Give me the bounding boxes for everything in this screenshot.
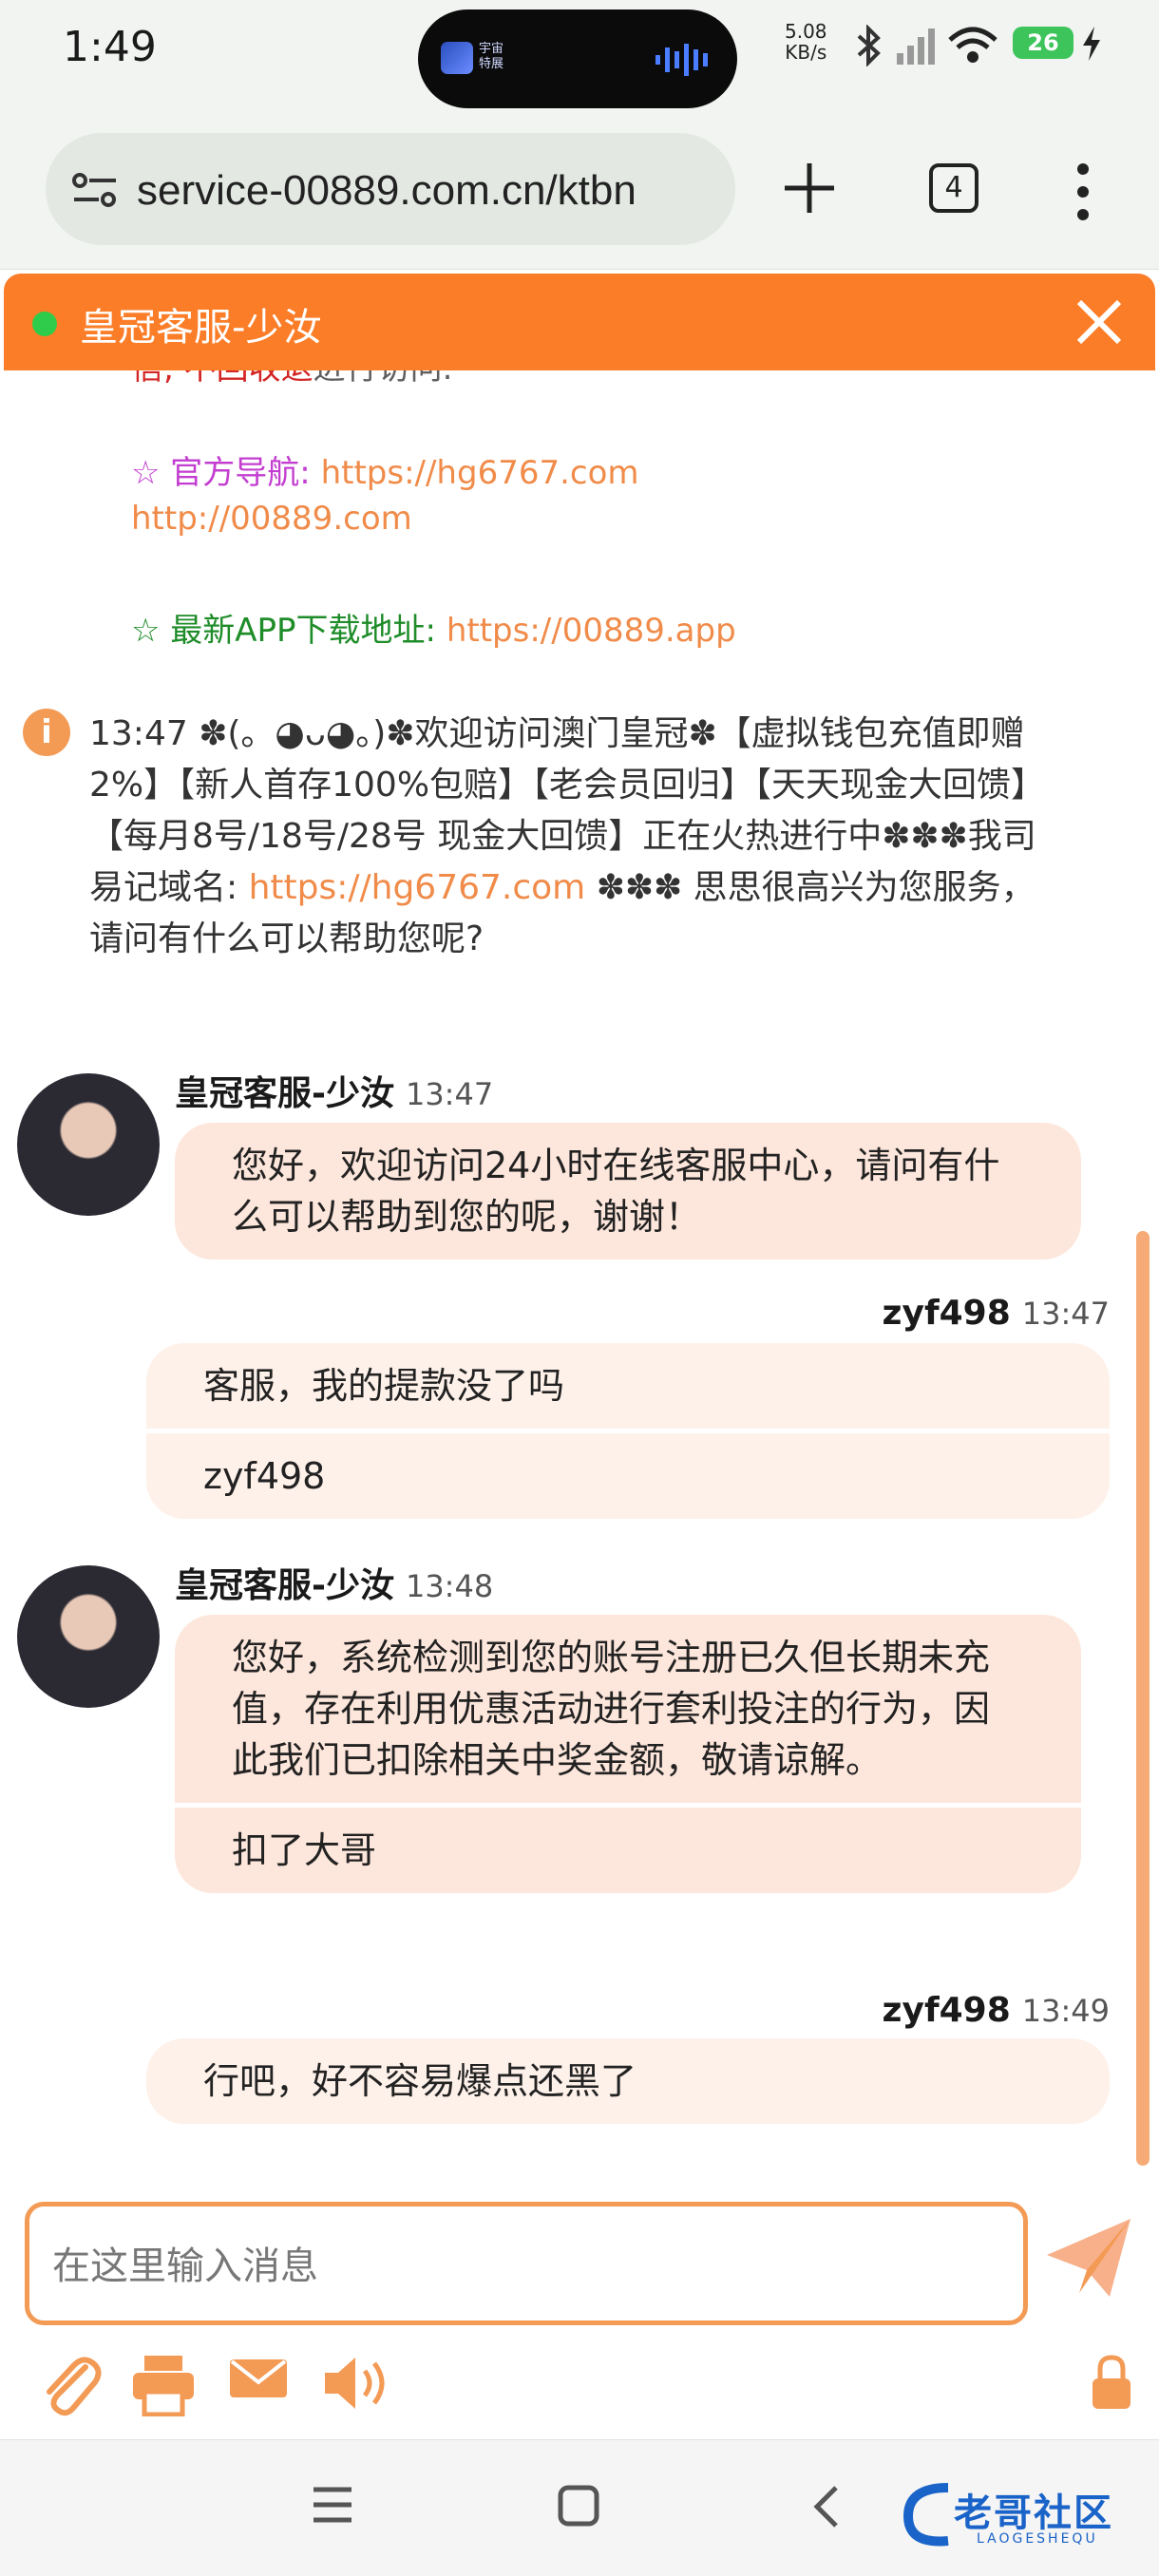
new-tab-icon[interactable] (781, 160, 838, 217)
watermark-text: 老哥社区 (954, 2491, 1113, 2535)
user-message-bubble: 客服，我的提款没了吗 zyf498 (146, 1343, 1110, 1519)
home-icon[interactable] (557, 2484, 600, 2528)
message-text: 行吧，好不容易爆点还黑了 (203, 2060, 637, 2102)
sender-name: 皇冠客服-少汝 (175, 1566, 394, 1605)
composer-tools (38, 2354, 1130, 2430)
back-icon[interactable] (809, 2484, 842, 2529)
watermark-subtext: LAOGESHEQU (977, 2531, 1098, 2547)
close-icon[interactable] (1072, 294, 1127, 350)
sound-icon[interactable] (323, 2354, 393, 2413)
battery-level: 26 (1013, 27, 1074, 59)
status-bar: 1:49 宇宙 特展 5.08 KB/s 26 (0, 0, 1159, 125)
message-text: 客服，我的提款没了吗 (203, 1365, 565, 1407)
official-nav-link[interactable]: https://hg6767.com (321, 454, 639, 492)
official-nav-label: ☆ 官方导航: (131, 454, 311, 492)
dynamic-island[interactable]: 宇宙 特展 (418, 9, 737, 108)
email-icon[interactable] (228, 2354, 289, 2401)
status-time: 1:49 (63, 23, 157, 71)
app-download-link[interactable]: https://00889.app (446, 612, 736, 650)
system-message-time: 13:47 (89, 714, 188, 753)
message-text: zyf498 (146, 1429, 1110, 1519)
agent-avatar (17, 1073, 160, 1216)
agent-avatar (17, 1565, 160, 1708)
message-text: 扣了大哥 (175, 1803, 1081, 1893)
message-input-box[interactable] (25, 2202, 1028, 2325)
cutoff-red-text: 信, 不回收退 (131, 370, 314, 388)
dragon-logo-icon (902, 2483, 949, 2547)
agent-message-bubble: 您好，欢迎访问24小时在线客服中心，请问有什么可以帮助到您的呢，谢谢！ (175, 1123, 1081, 1260)
message-header: 皇冠客服-少汝 13:48 (175, 1558, 493, 1607)
app-download-line: ☆ 最新APP下载地址: https://00889.app (131, 604, 736, 651)
paperclip-icon[interactable] (38, 2354, 103, 2420)
address-bar[interactable]: service-00889.com.cn/ktbn (46, 133, 735, 245)
message-time: 13:49 (1021, 1993, 1110, 2029)
system-message-link[interactable]: https://hg6767.com (249, 868, 586, 907)
agent-message-bubble: 您好，系统检测到您的账号注册已久但长期未充值，存在利用优惠活动进行套利投注的行为… (175, 1615, 1081, 1893)
sender-name: 皇冠客服-少汝 (175, 1074, 394, 1113)
chat-scrollbar[interactable] (1136, 1231, 1150, 2166)
island-app-label: 宇宙 特展 (479, 42, 504, 71)
cutoff-notice: 信, 不回收退进行访问. (131, 370, 452, 388)
secondary-nav-line: http://00889.com (131, 500, 412, 538)
audio-wave-icon (656, 44, 708, 76)
url-text[interactable]: service-00889.com.cn/ktbn (137, 167, 726, 215)
send-icon[interactable] (1043, 2213, 1138, 2304)
message-header: zyf498 13:47 (883, 1294, 1110, 1333)
info-icon: i (23, 709, 70, 756)
sender-name: zyf498 (882, 1294, 1011, 1333)
tab-switcher-button[interactable]: 4 (929, 163, 978, 213)
system-message-text: 13:47 ✽(。◕ᴗ◕。)✽欢迎访问澳门皇冠✽【虚拟钱包充值即赠2%】【新人首… (89, 709, 1058, 965)
chat-messages[interactable]: 信, 不回收退进行访问. ☆ 官方导航: https://hg6767.com … (4, 370, 1155, 2137)
media-app-icon (441, 42, 473, 74)
printer-icon[interactable] (131, 2354, 196, 2416)
official-nav-line: ☆ 官方导航: https://hg6767.com (131, 446, 639, 493)
system-nav-bar: 老哥社区 LAOGESHEQU (0, 2439, 1159, 2576)
net-speed: 5.08 KB/s (785, 20, 827, 64)
cutoff-rest-text: 进行访问. (314, 370, 453, 388)
sender-name: zyf498 (882, 1991, 1011, 2030)
app-download-label: ☆ 最新APP下载地址: (131, 612, 437, 650)
chat-header: 皇冠客服-少汝 (4, 274, 1155, 370)
message-time: 13:47 (1021, 1296, 1110, 1332)
watermark-logo: 老哥社区 LAOGESHEQU (901, 2472, 1150, 2554)
message-text: 您好，系统检测到您的账号注册已久但长期未充值，存在利用优惠活动进行套利投注的行为… (232, 1637, 991, 1781)
message-time: 13:48 (405, 1568, 494, 1604)
message-header: zyf498 13:49 (883, 1991, 1110, 2030)
menu-icon[interactable] (310, 2484, 355, 2526)
message-time: 13:47 (405, 1076, 494, 1112)
chat-title: 皇冠客服-少汝 (80, 306, 322, 350)
signal-icon (897, 28, 935, 65)
more-menu-icon[interactable] (1074, 161, 1092, 222)
lock-icon[interactable] (1091, 2354, 1132, 2411)
message-header: 皇冠客服-少汝 13:47 (175, 1066, 493, 1115)
message-text: 您好，欢迎访问24小时在线客服中心，请问有什么可以帮助到您的呢，谢谢！ (232, 1145, 1000, 1238)
bluetooth-icon (857, 25, 881, 66)
message-input[interactable] (29, 2207, 1023, 2320)
secondary-nav-link[interactable]: http://00889.com (131, 500, 412, 538)
browser-toolbar: service-00889.com.cn/ktbn 4 (0, 125, 1159, 270)
site-settings-icon[interactable] (70, 169, 120, 211)
online-status-dot (32, 312, 57, 336)
user-message-bubble: 行吧，好不容易爆点还黑了 (146, 2038, 1110, 2124)
wifi-icon (948, 27, 998, 63)
charging-icon (1083, 27, 1100, 61)
